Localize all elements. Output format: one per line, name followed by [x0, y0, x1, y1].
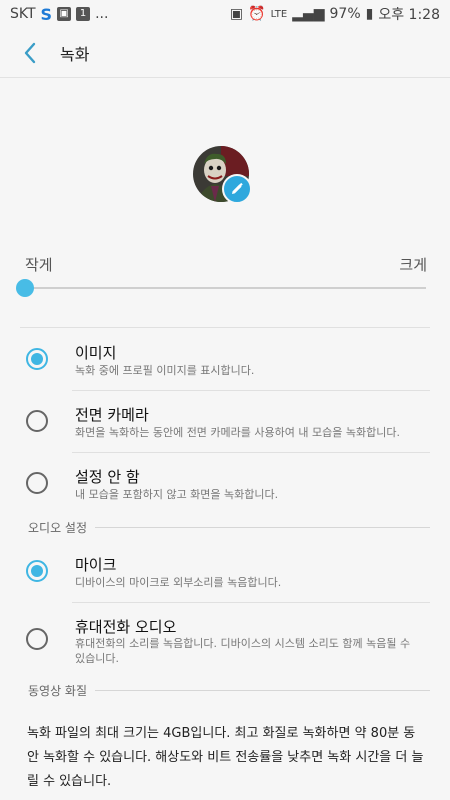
divider	[20, 327, 430, 328]
radio-mic[interactable]	[26, 560, 48, 582]
samsung-icon: S	[40, 4, 53, 24]
option-desc: 화면을 녹화하는 동안에 전면 카메라를 사용하여 내 모습을 녹화합니다.	[75, 426, 400, 439]
size-small-label: 작게	[25, 256, 53, 274]
notification-icon: 1	[76, 7, 91, 21]
edit-avatar-button[interactable]	[222, 174, 252, 204]
option-mic[interactable]: 마이크 디바이스의 마이크로 외부소리를 녹음합니다.	[0, 546, 450, 598]
size-slider[interactable]	[16, 278, 430, 298]
option-title: 설정 안 함	[75, 468, 140, 486]
more-notifications: ...	[95, 6, 109, 22]
divider	[72, 390, 430, 391]
option-front-camera[interactable]: 전면 카메라 화면을 녹화하는 동안에 전면 카메라를 사용하여 내 모습을 녹…	[0, 400, 450, 452]
page-title: 녹화	[60, 44, 90, 64]
radio-phone-audio[interactable]	[26, 628, 48, 650]
signal-icon: ▂▄▆	[292, 6, 325, 22]
pencil-icon	[232, 182, 243, 194]
option-image[interactable]: 이미지 녹화 중에 프로필 이미지를 표시합니다.	[0, 338, 450, 390]
chevron-left-icon	[24, 42, 36, 63]
audio-section-header: 오디오 설정	[28, 519, 96, 536]
option-desc: 내 모습을 포함하지 않고 화면을 녹화합니다.	[75, 488, 279, 501]
section-line	[92, 690, 430, 691]
clock: 오후 1:28	[378, 7, 440, 23]
option-desc: 디바이스의 마이크로 외부소리를 녹음합니다.	[75, 576, 282, 589]
profile-avatar[interactable]	[193, 146, 253, 206]
status-left: SKT S ▣ 1 ...	[10, 5, 108, 24]
radio-front-camera[interactable]	[26, 410, 48, 432]
section-line	[92, 527, 430, 528]
alarm-icon: ⏰	[248, 6, 266, 22]
option-title: 이미지	[75, 344, 117, 362]
lte-label: LTE	[270, 8, 288, 20]
option-phone-audio[interactable]: 휴대전화 오디오 휴대전화의 소리를 녹음합니다. 디바이스의 시스템 소리도 …	[0, 612, 450, 672]
back-button[interactable]	[0, 28, 60, 78]
radio-none[interactable]	[26, 472, 48, 494]
divider	[72, 602, 430, 603]
video-info-text: 녹화 파일의 최대 크기는 4GB입니다. 최고 화질로 녹화하면 약 80분 …	[27, 726, 424, 789]
radio-image[interactable]	[26, 348, 48, 370]
option-title: 전면 카메라	[75, 406, 149, 424]
size-labels: 작게 크게	[25, 254, 427, 275]
divider	[72, 452, 430, 453]
battery-percent: 97%	[329, 6, 361, 22]
option-title: 휴대전화 오디오	[75, 618, 177, 636]
option-desc: 녹화 중에 프로필 이미지를 표시합니다.	[75, 364, 255, 377]
slider-thumb[interactable]	[16, 279, 34, 297]
gallery-icon: ▣	[57, 7, 72, 21]
status-bar: SKT S ▣ 1 ... ▣ ⏰ LTE ▂▄▆ 97% ▮ 오후 1:28	[0, 0, 450, 28]
status-right: ▣ ⏰ LTE ▂▄▆ 97% ▮ 오후 1:28	[230, 4, 440, 24]
option-desc: 휴대전화의 소리를 녹음합니다. 디바이스의 시스템 소리도 함께 녹음될 수 …	[75, 637, 411, 665]
battery-icon: ▮	[365, 6, 374, 22]
option-none[interactable]: 설정 안 함 내 모습을 포함하지 않고 화면을 녹화합니다.	[0, 462, 450, 514]
video-section-header: 동영상 화질	[28, 682, 96, 699]
record-icon: ▣	[229, 6, 244, 22]
option-title: 마이크	[75, 556, 117, 574]
slider-track[interactable]	[24, 287, 426, 289]
carrier-label: SKT	[10, 6, 36, 22]
app-bar: 녹화	[0, 28, 450, 78]
size-large-label: 크게	[399, 256, 427, 274]
